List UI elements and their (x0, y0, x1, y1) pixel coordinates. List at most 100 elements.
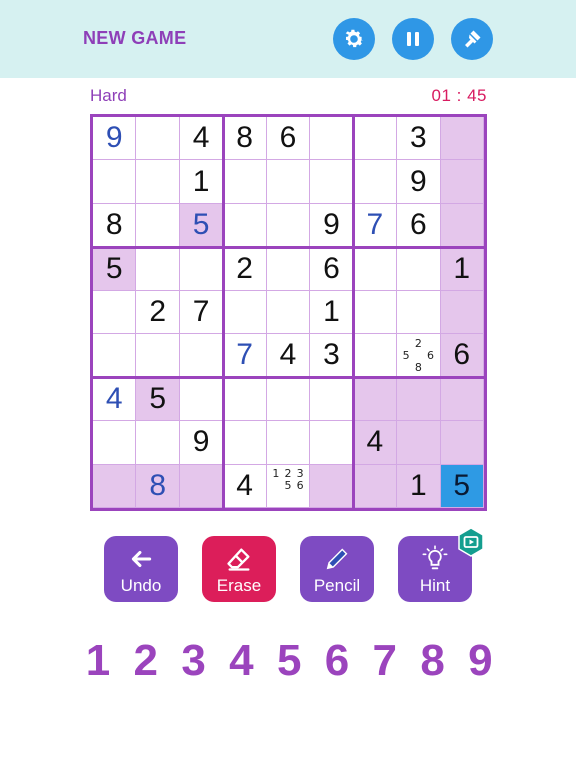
settings-button[interactable] (333, 18, 375, 60)
board-cell-r3c6[interactable]: 9 (310, 203, 354, 248)
board-cell-r5c9[interactable] (440, 290, 484, 335)
board-cell-r7c3[interactable] (179, 377, 224, 422)
numpad-digit-9[interactable]: 9 (460, 636, 500, 686)
board-cell-r6c6[interactable]: 3 (310, 334, 354, 378)
board-cell-r7c1[interactable]: 4 (93, 377, 137, 422)
board-cell-r9c3[interactable] (179, 464, 224, 508)
board-cell-r5c5[interactable] (266, 290, 311, 335)
board-cell-r2c9[interactable] (440, 160, 484, 204)
board-cell-r9c6[interactable] (310, 464, 354, 508)
pause-button[interactable] (392, 18, 434, 60)
board-cell-r6c1[interactable] (93, 334, 137, 378)
board-cell-r6c7[interactable] (353, 334, 398, 378)
board-cell-r6c9[interactable]: 6 (440, 334, 484, 378)
board-cell-r4c2[interactable] (136, 247, 180, 291)
board-cell-r4c6[interactable]: 6 (310, 247, 354, 291)
board-cell-r9c5[interactable]: 12356 (266, 464, 311, 508)
numpad-digit-4[interactable]: 4 (221, 636, 261, 686)
numpad-digit-3[interactable]: 3 (174, 636, 214, 686)
board-cell-r3c7[interactable]: 7 (353, 203, 398, 248)
numpad-digit-1[interactable]: 1 (78, 636, 118, 686)
board-cell-r7c5[interactable] (266, 377, 311, 422)
board-cell-r5c3[interactable]: 7 (179, 290, 224, 335)
board-cell-r6c4[interactable]: 7 (223, 334, 267, 378)
note-digit (424, 362, 436, 374)
board-cell-r6c8[interactable]: 25 68 (397, 334, 441, 378)
board-cell-r2c7[interactable] (353, 160, 398, 204)
board-cell-r2c2[interactable] (136, 160, 180, 204)
board-cell-r2c5[interactable] (266, 160, 311, 204)
board-cell-r4c9[interactable]: 1 (440, 247, 484, 291)
board-cell-r4c7[interactable] (353, 247, 398, 291)
board-cell-r6c3[interactable] (179, 334, 224, 378)
board-cell-r4c5[interactable] (266, 247, 311, 291)
board-cell-r7c8[interactable] (397, 377, 441, 422)
board-cell-r2c4[interactable] (223, 160, 267, 204)
board-cell-r1c6[interactable] (310, 117, 354, 161)
board-cell-r3c9[interactable] (440, 203, 484, 248)
board-cell-r5c4[interactable] (223, 290, 267, 335)
board-cell-r9c7[interactable] (353, 464, 398, 508)
new-game-button[interactable]: NEW GAME (83, 28, 186, 49)
numpad-digit-7[interactable]: 7 (365, 636, 405, 686)
board-cell-r1c8[interactable]: 3 (397, 117, 441, 161)
board-cell-r9c4[interactable]: 4 (223, 464, 267, 508)
theme-button[interactable] (451, 18, 493, 60)
board-cell-r1c5[interactable]: 6 (266, 117, 311, 161)
numpad-digit-8[interactable]: 8 (413, 636, 453, 686)
board-cell-r3c4[interactable] (223, 203, 267, 248)
board-cell-r4c3[interactable] (179, 247, 224, 291)
board-cell-r8c9[interactable] (440, 421, 484, 465)
board-cell-r7c9[interactable] (440, 377, 484, 422)
board-cell-r8c2[interactable] (136, 421, 180, 465)
board-cell-r8c8[interactable] (397, 421, 441, 465)
board-cell-r8c5[interactable] (266, 421, 311, 465)
board-cell-r6c2[interactable] (136, 334, 180, 378)
pencil-button[interactable]: Pencil (300, 536, 374, 602)
undo-button[interactable]: Undo (104, 536, 178, 602)
board-cell-r5c2[interactable]: 2 (136, 290, 180, 335)
board-cell-r3c5[interactable] (266, 203, 311, 248)
board-cell-r7c7[interactable] (353, 377, 398, 422)
board-cell-r4c4[interactable]: 2 (223, 247, 267, 291)
board-cell-r5c7[interactable] (353, 290, 398, 335)
board-cell-r1c7[interactable] (353, 117, 398, 161)
board-cell-r1c2[interactable] (136, 117, 180, 161)
board-cell-r8c4[interactable] (223, 421, 267, 465)
erase-button[interactable]: Erase (202, 536, 276, 602)
board-cell-r9c9[interactable]: 5 (440, 464, 484, 508)
numpad-digit-2[interactable]: 2 (126, 636, 166, 686)
board-cell-r7c2[interactable]: 5 (136, 377, 180, 422)
board-cell-r8c3[interactable]: 9 (179, 421, 224, 465)
board-cell-r3c2[interactable] (136, 203, 180, 248)
board-cell-r3c1[interactable]: 8 (93, 203, 137, 248)
board-cell-r8c1[interactable] (93, 421, 137, 465)
board-cell-r2c1[interactable] (93, 160, 137, 204)
board-cell-r6c5[interactable]: 4 (266, 334, 311, 378)
board-cell-r8c6[interactable] (310, 421, 354, 465)
board-cell-r4c1[interactable]: 5 (93, 247, 137, 291)
board-cell-r5c8[interactable] (397, 290, 441, 335)
board-cell-r9c8[interactable]: 1 (397, 464, 441, 508)
board-cell-r2c8[interactable]: 9 (397, 160, 441, 204)
board-cell-r4c8[interactable] (397, 247, 441, 291)
board-cell-r9c1[interactable] (93, 464, 137, 508)
board-cell-r5c6[interactable]: 1 (310, 290, 354, 335)
top-bar: NEW GAME (0, 0, 576, 78)
board-cell-r7c4[interactable] (223, 377, 267, 422)
board-cell-r7c6[interactable] (310, 377, 354, 422)
board-cell-r5c1[interactable] (93, 290, 137, 335)
board-cell-r8c7[interactable]: 4 (353, 421, 398, 465)
board-cell-r1c4[interactable]: 8 (223, 117, 267, 161)
board-cell-r3c8[interactable]: 6 (397, 203, 441, 248)
board-cell-r1c9[interactable] (440, 117, 484, 161)
board-cell-r3c3[interactable]: 5 (179, 203, 224, 248)
board-cell-r2c6[interactable] (310, 160, 354, 204)
board-cell-r2c3[interactable]: 1 (179, 160, 224, 204)
board-cell-r9c2[interactable]: 8 (136, 464, 180, 508)
numpad-digit-6[interactable]: 6 (317, 636, 357, 686)
numpad-digit-5[interactable]: 5 (269, 636, 309, 686)
video-ad-icon[interactable] (456, 527, 486, 557)
board-cell-r1c3[interactable]: 4 (179, 117, 224, 161)
board-cell-r1c1[interactable]: 9 (93, 117, 137, 161)
